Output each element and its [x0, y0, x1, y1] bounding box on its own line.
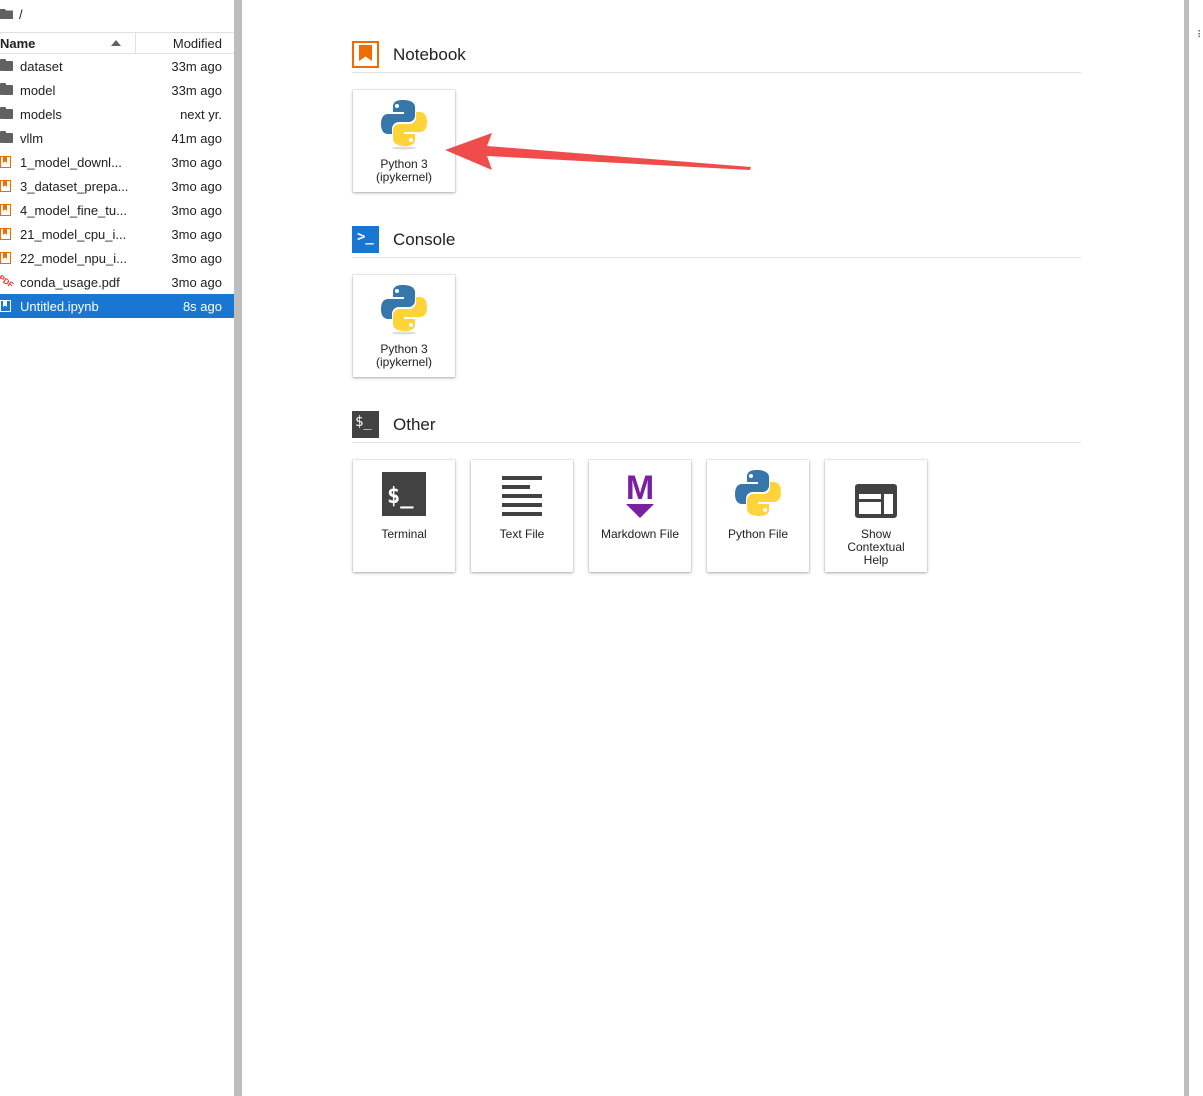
file-modified: 3mo ago — [171, 202, 222, 218]
notebook-icon — [0, 300, 11, 312]
file-name: 22_model_npu_i... — [20, 250, 127, 266]
python-icon — [380, 98, 428, 150]
file-modified: 33m ago — [171, 82, 222, 98]
list-item[interactable]: 21_model_cpu_i... 3mo ago — [0, 222, 234, 246]
file-modified: 3mo ago — [171, 250, 222, 266]
pdf-icon: PDF — [0, 273, 16, 290]
file-name: models — [20, 106, 62, 122]
folder-icon — [0, 83, 13, 95]
list-item[interactable]: 3_dataset_prepa... 3mo ago — [0, 174, 234, 198]
folder-icon[interactable] — [0, 7, 13, 22]
file-modified: next yr. — [180, 106, 222, 122]
card-label: Text File — [499, 527, 545, 541]
annotation-arrow-icon — [445, 133, 751, 170]
file-name: conda_usage.pdf — [20, 274, 120, 290]
sort-ascending-icon — [111, 40, 121, 46]
file-modified: 33m ago — [171, 58, 222, 74]
file-name: 1_model_downl... — [20, 154, 122, 170]
list-item[interactable]: 22_model_npu_i... 3mo ago — [0, 246, 234, 270]
contextual-help-icon — [852, 468, 900, 520]
folder-icon — [0, 107, 13, 119]
notebook-icon — [0, 180, 11, 192]
sidebar-splitter[interactable] — [234, 0, 242, 1096]
column-header-modified[interactable]: Modified — [136, 36, 234, 51]
file-name: 3_dataset_prepa... — [20, 178, 129, 194]
card-label: Help — [863, 553, 889, 567]
file-modified: 41m ago — [171, 130, 222, 146]
card-label: Terminal — [381, 527, 427, 541]
list-item[interactable]: model 33m ago — [0, 78, 234, 102]
listing-header: Name Modified — [0, 32, 234, 54]
notebook-icon — [0, 156, 11, 168]
file-modified: 3mo ago — [171, 274, 222, 290]
column-header-name-label: Name — [0, 35, 36, 51]
list-item[interactable]: 4_model_fine_tu... 3mo ago — [0, 198, 234, 222]
file-modified: 3mo ago — [171, 226, 222, 242]
file-modified: 8s ago — [182, 298, 222, 314]
file-name: Untitled.ipynb — [20, 298, 99, 314]
other-terminal-icon: $_ — [352, 411, 379, 438]
card-label-sub: (ipykernel) — [375, 355, 432, 369]
card-label-sub: (ipykernel) — [375, 170, 432, 184]
drag-handle-icon[interactable]: ⠇ — [1197, 30, 1203, 41]
card-label: Python File — [727, 527, 789, 541]
right-panel-splitter[interactable] — [1184, 0, 1189, 1096]
terminal-card[interactable]: $_ Terminal — [353, 460, 455, 572]
terminal-icon: $_ — [380, 468, 428, 520]
list-item[interactable]: dataset 33m ago — [0, 54, 234, 78]
breadcrumb[interactable]: / — [0, 4, 23, 24]
python-icon — [734, 468, 782, 520]
python-file-card[interactable]: Python File — [707, 460, 809, 572]
file-name: vllm — [20, 130, 44, 146]
file-browser: / Name Modified dataset 33m ago model 33… — [0, 0, 234, 1096]
notebook-icon — [0, 204, 11, 216]
file-list: dataset 33m ago model 33m ago models nex… — [0, 54, 234, 318]
text-file-card[interactable]: Text File — [471, 460, 573, 572]
folder-icon — [0, 131, 13, 143]
markdown-icon: M — [616, 468, 664, 520]
file-name: 4_model_fine_tu... — [20, 202, 127, 218]
list-item[interactable]: models next yr. — [0, 102, 234, 126]
file-name: 21_model_cpu_i... — [20, 226, 127, 242]
text-file-icon — [498, 468, 546, 520]
notebook-icon — [352, 41, 379, 68]
svg-text:M: M — [626, 469, 654, 507]
python-icon — [380, 283, 428, 335]
console-icon: >_ — [352, 226, 379, 253]
console-python3-card[interactable]: Python 3 (ipykernel) — [353, 275, 455, 377]
file-modified: 3mo ago — [171, 178, 222, 194]
file-name: model — [20, 82, 56, 98]
section-notebook: Notebook — [352, 37, 1081, 73]
file-name: dataset — [20, 58, 63, 74]
section-console: >_ Console — [352, 222, 1081, 258]
breadcrumb-root[interactable]: / — [19, 7, 23, 22]
section-title: Other — [393, 414, 436, 434]
list-item[interactable]: vllm 41m ago — [0, 126, 234, 150]
section-other: $_ Other — [352, 407, 1081, 443]
card-label: Markdown File — [600, 527, 680, 541]
section-title: Console — [393, 229, 456, 249]
svg-text:$_: $_ — [387, 484, 414, 509]
section-title: Notebook — [393, 44, 466, 64]
notebook-icon — [0, 228, 11, 240]
list-item[interactable]: 1_model_downl... 3mo ago — [0, 150, 234, 174]
column-header-name[interactable]: Name — [0, 33, 136, 53]
contextual-help-card[interactable]: Show Contextual Help — [825, 460, 927, 572]
file-modified: 3mo ago — [171, 154, 222, 170]
notebook-icon — [0, 252, 11, 264]
list-item-selected[interactable]: Untitled.ipynb 8s ago — [0, 294, 234, 318]
list-item[interactable]: PDF conda_usage.pdf 3mo ago — [0, 270, 234, 294]
markdown-file-card[interactable]: M Markdown File — [589, 460, 691, 572]
folder-icon — [0, 59, 13, 71]
